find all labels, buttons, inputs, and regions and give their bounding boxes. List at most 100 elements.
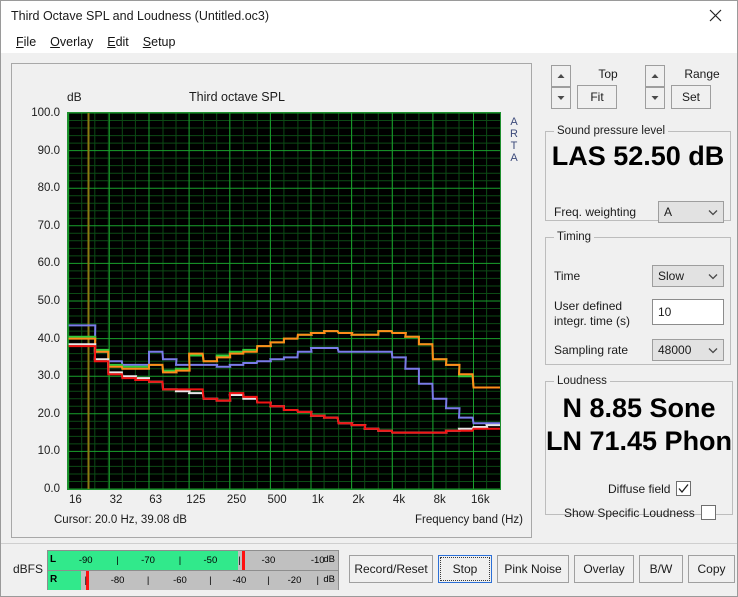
freq-weighting-select[interactable]: A [658,201,724,223]
x-tick-label: 4k [392,494,406,506]
time-value: Slow [658,269,685,283]
x-tick-label: 16 [68,494,82,506]
meter-tick-label: -80 [110,575,125,586]
close-icon[interactable] [693,1,737,30]
show-specific-loudness-row[interactable]: Show Specific Loudness [564,505,716,520]
title-bar: Third Octave SPL and Loudness (Untitled.… [1,1,737,31]
show-specific-loudness-checkbox[interactable] [700,505,716,520]
top-control-group: Top Fit [551,65,641,111]
y-tick-label: 70.0 [37,219,60,232]
y-tick-label: 100.0 [31,107,60,119]
x-tick-label: 250 [226,494,247,506]
dbfs-label: dBFS [13,562,44,576]
diffuse-field-row[interactable]: Diffuse field [608,481,692,496]
x-tick-label: 8k [433,494,446,506]
overlay-button[interactable]: Overlay [574,555,634,583]
timing-group: Timing Time Slow User defined integr. ti… [545,231,731,365]
input-level-meter[interactable]: L | | | -90 -70 -50 -30 -10 dB R | | | | | -80 -60 -40 -20… [47,550,339,590]
meter-unit-label: dB [323,574,335,585]
loudness-legend: Loudness [557,375,607,387]
chevron-down-icon [703,209,723,216]
cursor-readout: Cursor: 20.0 Hz, 39.08 dB [54,514,187,526]
time-label: Time [554,269,581,283]
copy-button[interactable]: Copy [688,555,735,583]
x-axis-title: Frequency band (Hz) [414,514,523,526]
meter-tick-label: -30 [261,555,276,566]
spl-plot[interactable] [67,112,501,490]
diffuse-field-checkbox[interactable] [676,481,692,496]
meter-row-left: L | | | -90 -70 -50 -30 -10 dB [48,551,338,570]
x-tick-label: 63 [149,494,163,506]
meter-unit-label: dB [323,554,335,565]
menu-item-overlay[interactable]: Overlay [43,34,100,50]
caret-down-icon[interactable] [551,87,571,109]
top-spinner [551,65,571,109]
meter-tick-mark: | [84,575,87,586]
meter-peak-indicator [242,551,246,570]
meter-tick-label: -20 [287,575,302,586]
y-tick-label: 80.0 [37,182,60,195]
menu-item-setup[interactable]: Setup [136,34,183,50]
top-label: Top [598,67,618,81]
timing-legend: Timing [557,231,592,243]
y-tick-label: 40.0 [37,332,60,345]
caret-up-icon[interactable] [551,65,571,87]
y-tick-label: 20.0 [37,407,60,420]
fit-button[interactable]: Fit [577,85,617,109]
b-w-button[interactable]: B/W [639,555,683,583]
loudness-sone-readout: N 8.85 Sone [562,393,716,423]
meter-tick-mark: | [209,575,212,586]
chart-title: Third octave SPL [189,90,285,104]
y-tick-label: 60.0 [37,257,60,270]
caret-down-icon[interactable] [645,87,665,109]
meter-tick-mark: | [116,555,119,566]
time-select[interactable]: Slow [652,265,724,287]
chevron-down-icon [703,347,723,354]
integr-time-label-line1: User defined [554,299,623,313]
record-reset-button[interactable]: Record/Reset [349,555,433,583]
meter-tick-label: -50 [203,555,218,566]
y-tick-label: 50.0 [37,295,60,307]
sampling-rate-select[interactable]: 48000 [652,339,724,361]
set-button[interactable]: Set [671,85,711,109]
spl-legend: Sound pressure level [557,125,666,137]
diffuse-field-label: Diffuse field [608,481,671,496]
meter-tick-mark: | [146,575,150,586]
application-window: Third Octave SPL and Loudness (Untitled.… [0,0,738,597]
spl-readout: LAS 52.50 dB [551,141,725,171]
main-body: dB Third octave SPL 100.0 90.0 80.0 70.0 60.… [1,53,737,543]
x-tick-label: 16k [471,494,490,506]
stop-button[interactable]: Stop [438,555,492,583]
sound-pressure-level-group: Sound pressure level LAS 52.50 dB Freq. … [545,125,731,223]
meter-tick-mark: | [316,575,319,586]
meter-channel-label: L [50,554,57,565]
show-specific-loudness-label: Show Specific Loudness [564,505,695,520]
sampling-rate-value: 48000 [658,343,692,357]
arta-logo: ARTA [510,116,518,164]
menu-item-edit[interactable]: Edit [100,34,136,50]
range-spinner [645,65,665,109]
loudness-phon-readout: LN 71.45 Phon [546,426,733,456]
y-tick-label: 30.0 [37,370,60,383]
x-tick-label: 500 [267,494,287,506]
pink-noise-button[interactable]: Pink Noise [497,555,569,583]
meter-tick-label: -90 [78,555,93,566]
menu-bar: File Overlay Edit Setup [1,31,737,53]
control-sidebar: Top Fit Range Set Sound pressure level L… [539,59,734,539]
meter-tick-mark: | [178,555,182,566]
y-tick-label: 0.0 [44,483,60,495]
x-tick-label: 1k [311,494,324,506]
meter-tick-label: -60 [173,575,187,586]
meter-tick-mark: | [238,555,241,566]
integr-time-label-line2: integr. time (s) [554,314,631,328]
y-axis-labels: 100.0 90.0 80.0 70.0 60.0 50.0 40.0 30.0 20.0 10.… [12,107,64,495]
meter-row-right: R | | | | | -80 -60 -40 -20 dB [48,571,338,590]
integr-time-input[interactable]: 10 [652,299,724,325]
menu-item-file[interactable]: File [9,34,43,50]
x-tick-label: 125 [186,494,206,506]
range-label: Range [684,67,720,81]
x-tick-label: 2k [352,494,365,506]
freq-weighting-value: A [664,205,673,219]
freq-weighting-label: Freq. weighting [554,205,637,219]
caret-up-icon[interactable] [645,65,665,87]
